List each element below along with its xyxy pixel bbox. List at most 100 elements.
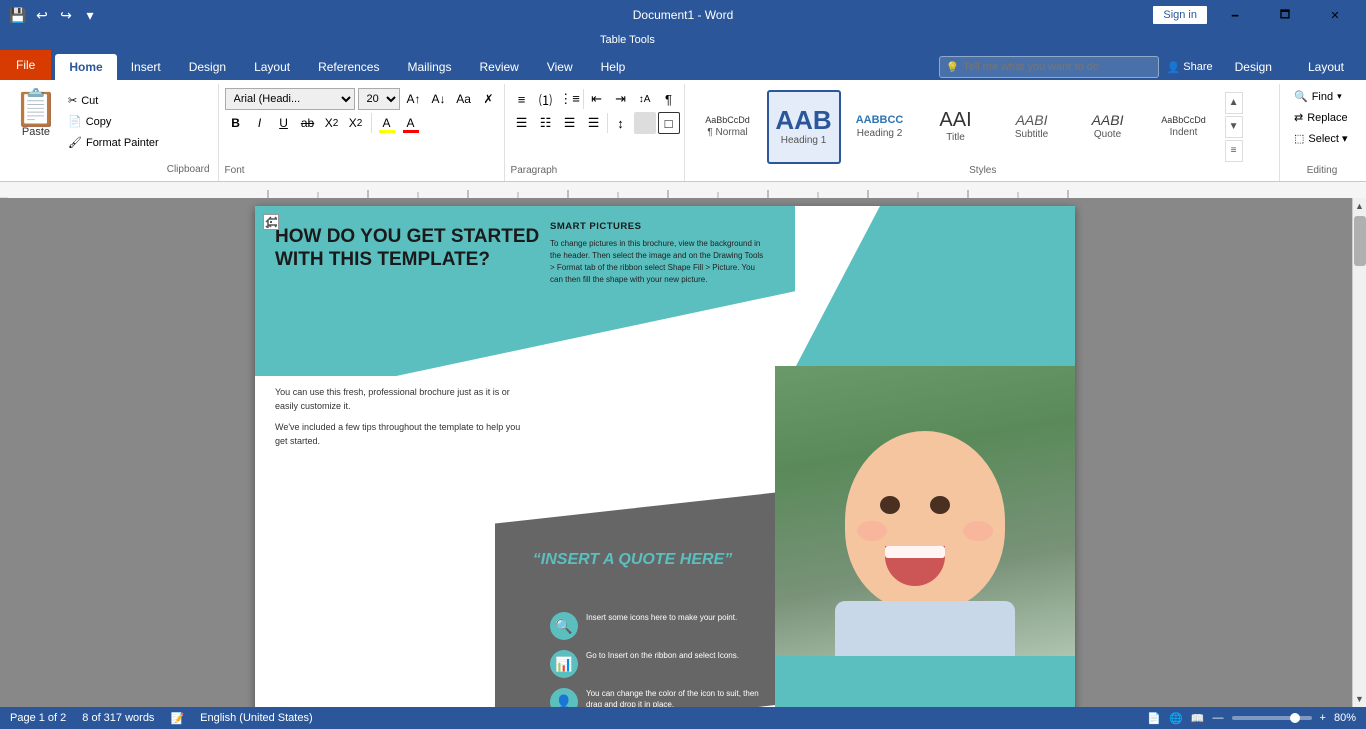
web-layout-icon[interactable]: 🌐 <box>1169 712 1183 725</box>
reader-mode-icon[interactable]: 📖 <box>1191 712 1205 725</box>
undo-icon[interactable]: ↩ <box>32 5 52 25</box>
styles-expand[interactable]: ≡ <box>1225 140 1243 162</box>
zoom-level: 80% <box>1334 712 1356 724</box>
sort-button[interactable]: ↕A <box>634 88 656 110</box>
line-spacing-button[interactable]: ↕ <box>610 112 632 134</box>
tab-mailings[interactable]: Mailings <box>393 54 465 80</box>
close-button[interactable]: ✕ <box>1312 0 1358 30</box>
cut-button[interactable]: ✂ Cut <box>64 92 163 109</box>
align-left-button[interactable]: ☰ <box>511 112 533 134</box>
tab-table-layout[interactable]: Layout <box>1294 54 1358 80</box>
tab-insert[interactable]: Insert <box>117 54 175 80</box>
style-title-preview: AAI <box>939 110 971 130</box>
font-color-button[interactable]: A <box>400 112 422 134</box>
maximize-button[interactable]: 🗖 <box>1262 0 1308 30</box>
scroll-down-button[interactable]: ▼ <box>1353 691 1366 707</box>
multilevel-list-button[interactable]: ⋮≡ <box>559 88 581 110</box>
paste-button[interactable]: 📋 Paste <box>12 88 60 140</box>
align-right-button[interactable]: ☰ <box>559 112 581 134</box>
vertical-scrollbar[interactable]: ▲ ▼ <box>1352 198 1366 707</box>
editing-group-label: Editing <box>1290 165 1354 177</box>
bullets-button[interactable]: ≡ <box>511 88 533 110</box>
style-heading1[interactable]: AAB Heading 1 <box>767 90 841 164</box>
increase-indent-button[interactable]: ⇥ <box>610 88 632 110</box>
document-page[interactable]: HOW DO YOU GET STARTED WITH THIS TEMPLAT… <box>255 206 1075 707</box>
icon-row-1: 🔍 Insert some icons here to make your po… <box>550 612 770 640</box>
style-heading2[interactable]: AABBCC Heading 2 <box>843 90 917 164</box>
zoom-slider[interactable] <box>1232 716 1312 720</box>
select-button[interactable]: ⬚ Select ▾ <box>1290 130 1354 147</box>
tab-file[interactable]: File <box>0 50 51 80</box>
share-button[interactable]: 👤 Share <box>1167 61 1213 74</box>
strikethrough-button[interactable]: ab <box>297 112 319 134</box>
icon-text-3: You can change the color of the icon to … <box>586 688 770 707</box>
superscript-button[interactable]: X2 <box>345 112 367 134</box>
lightbulb-icon: 💡 <box>946 61 960 74</box>
show-marks-button[interactable]: ¶ <box>658 88 680 110</box>
scroll-thumb[interactable] <box>1354 216 1366 266</box>
scroll-up-button[interactable]: ▲ <box>1353 198 1366 214</box>
document-area: HOW DO YOU GET STARTED WITH THIS TEMPLAT… <box>0 198 1366 707</box>
style-indent[interactable]: AaBbCcDd Indent <box>1147 90 1221 164</box>
find-button[interactable]: 🔍 Find ▾ <box>1290 88 1354 105</box>
grow-font-button[interactable]: A↑ <box>403 88 425 110</box>
minimize-button[interactable]: 🗕 <box>1212 0 1258 30</box>
clear-formatting-button[interactable]: ✗ <box>478 88 500 110</box>
select-icon: ⬚ <box>1294 132 1304 145</box>
shrink-font-button[interactable]: A↓ <box>428 88 450 110</box>
right-margin <box>1075 198 1366 707</box>
italic-button[interactable]: I <box>249 112 271 134</box>
borders-button[interactable]: □ <box>658 112 680 134</box>
page-info: Page 1 of 2 <box>10 712 66 724</box>
format-painter-button[interactable]: 🖌 Format Painter <box>64 134 163 151</box>
zoom-in-button[interactable]: + <box>1320 712 1326 724</box>
style-quote[interactable]: AABI Quote <box>1071 90 1145 164</box>
font-family-select[interactable]: Arial (Headi... <box>225 88 355 110</box>
sign-in-button[interactable]: Sign in <box>1152 5 1208 25</box>
style-subtitle[interactable]: AABI Subtitle <box>995 90 1069 164</box>
tab-home[interactable]: Home <box>55 54 116 80</box>
styles-scroll-up[interactable]: ▲ <box>1225 92 1243 114</box>
tab-review[interactable]: Review <box>465 54 532 80</box>
tab-layout[interactable]: Layout <box>240 54 304 80</box>
style-title[interactable]: AAI Title <box>919 90 993 164</box>
tell-me-bar[interactable]: 💡 <box>939 56 1159 78</box>
style-normal[interactable]: AaBbCcDd ¶ Normal <box>691 90 765 164</box>
quote-text: “INSERT A QUOTE HERE” <box>510 550 755 571</box>
subscript-button[interactable]: X2 <box>321 112 343 134</box>
tab-references[interactable]: References <box>304 54 393 80</box>
icon-text-2: Go to Insert on the ribbon and select Ic… <box>586 650 739 661</box>
print-layout-icon[interactable]: 📄 <box>1147 712 1161 725</box>
paragraph-group-label: Paragraph <box>511 165 680 177</box>
save-icon[interactable]: 💾 <box>8 5 28 25</box>
bold-button[interactable]: B <box>225 112 247 134</box>
style-quote-label: Quote <box>1094 129 1121 140</box>
redo-icon[interactable]: ↪ <box>56 5 76 25</box>
search-icon-circle: 🔍 <box>550 612 578 640</box>
zoom-out-button[interactable]: — <box>1213 712 1224 724</box>
customize-quick-access-icon[interactable]: ▾ <box>80 5 100 25</box>
para-row2: ☰ ☷ ☰ ☰ ↕ □ <box>511 112 680 134</box>
decrease-indent-button[interactable]: ⇤ <box>586 88 608 110</box>
tab-table-design[interactable]: Design <box>1221 54 1286 80</box>
copy-button[interactable]: 📄 Copy <box>64 113 163 130</box>
tab-view[interactable]: View <box>533 54 587 80</box>
icons-section: 🔍 Insert some icons here to make your po… <box>550 612 770 707</box>
style-title-label: Title <box>946 132 965 143</box>
scroll-track <box>1353 214 1366 691</box>
align-center-button[interactable]: ☷ <box>535 112 557 134</box>
numbering-button[interactable]: ⑴ <box>535 88 557 110</box>
case-button[interactable]: Aa <box>453 88 475 110</box>
replace-button[interactable]: ⇄ Replace <box>1290 109 1354 126</box>
text-highlight-button[interactable]: A <box>376 112 398 134</box>
tab-design[interactable]: Design <box>175 54 240 80</box>
style-subtitle-preview: AABI <box>1016 113 1048 127</box>
styles-scroll-down[interactable]: ▼ <box>1225 116 1243 138</box>
tab-help[interactable]: Help <box>587 54 640 80</box>
justify-button[interactable]: ☰ <box>583 112 605 134</box>
font-size-select[interactable]: 20 <box>358 88 400 110</box>
shading-button[interactable] <box>634 112 656 134</box>
tell-me-input[interactable] <box>963 61 1123 73</box>
move-handle[interactable] <box>263 214 279 230</box>
underline-button[interactable]: U <box>273 112 295 134</box>
